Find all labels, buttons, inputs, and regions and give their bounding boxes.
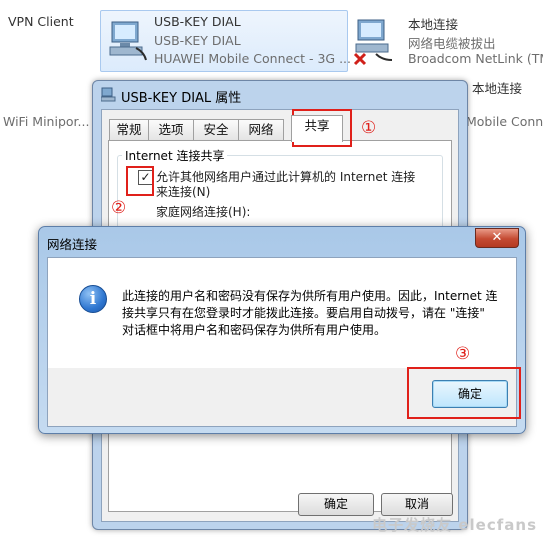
home-network-label: 家庭网络连接(H): <box>156 205 251 219</box>
usbkey-line2: USB-KEY DIAL <box>154 33 241 48</box>
info-icon: i <box>79 285 107 313</box>
annotation-step-1: ① <box>361 118 377 138</box>
close-icon: ✕ <box>491 230 503 245</box>
properties-cancel-button[interactable]: 取消 <box>381 493 453 516</box>
local-connection-icon <box>353 19 393 66</box>
alert-message-line: 对话框中将用户名和密码保存为供所有用户使用。 <box>122 323 387 337</box>
alert-message-area: i 此连接的用户名和密码没有保存为供所有用户使用。因此，Internet 连 接… <box>48 258 516 368</box>
tab-general[interactable]: 常规 <box>109 119 149 140</box>
usbkey-device: HUAWEI Mobile Connect - 3G ... <box>154 51 351 66</box>
annotation-step-3: ③ <box>455 344 471 364</box>
tab-security[interactable]: 安全 <box>193 119 239 140</box>
annotation-box-ok-button <box>407 367 521 419</box>
local-connection-status: 网络电缆被拔出 <box>408 36 496 51</box>
mobile-connect-label[interactable]: Mobile Conne... <box>466 114 543 129</box>
usbkey-name: USB-KEY DIAL <box>154 14 241 29</box>
alert-message-line: 接共享只有在您登录时才能拨此连接。要启用自动拨号，请在 "连接" <box>122 306 485 320</box>
allow-sharing-label-line2: 来连接(N) <box>156 185 211 199</box>
tab-sharing[interactable]: 共享 <box>291 115 343 142</box>
network-icon <box>101 87 116 102</box>
local-connection-adapter: Broadcom NetLink (TM... <box>408 51 543 66</box>
vpn-client-label[interactable]: VPN Client <box>8 14 74 29</box>
annotation-box-checkbox <box>126 166 154 196</box>
wifi-miniport-label[interactable]: WiFi Minipor... <box>3 114 89 129</box>
tab-networking[interactable]: 网络 <box>238 119 284 140</box>
local-connection-name[interactable]: 本地连接 <box>408 14 458 33</box>
properties-dialog-title: USB-KEY DIAL 属性 <box>121 91 242 106</box>
tab-options[interactable]: 选项 <box>148 119 194 140</box>
alert-title: 网络连接 <box>47 237 98 252</box>
alert-message-line: 此连接的用户名和密码没有保存为供所有用户使用。因此，Internet 连 <box>122 289 498 303</box>
network-connection-icon <box>109 21 147 61</box>
properties-ok-button[interactable]: 确定 <box>298 493 374 516</box>
annotation-step-2: ② <box>111 198 127 218</box>
close-button[interactable]: ✕ <box>475 228 519 248</box>
local-connection-2-name[interactable]: 本地连接 <box>472 78 522 97</box>
watermark: 电子发烧友 elecfans <box>372 516 537 534</box>
alert-message: 此连接的用户名和密码没有保存为供所有用户使用。因此，Internet 连 接共享… <box>122 288 514 339</box>
internet-sharing-group-title: Internet 连接共享 <box>122 147 228 164</box>
